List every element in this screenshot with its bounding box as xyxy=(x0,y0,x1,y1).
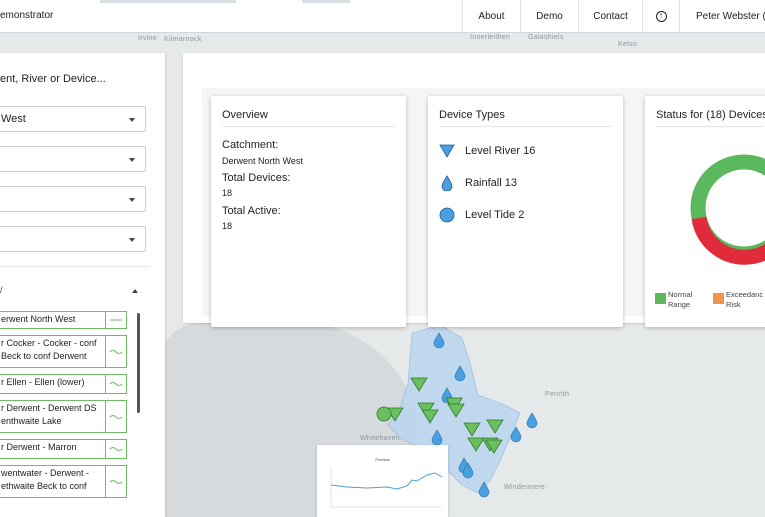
section-label: / xyxy=(0,285,3,295)
divider xyxy=(0,266,150,267)
device-list-item[interactable]: r Cocker - Cocker - conf Beck to conf De… xyxy=(0,335,127,368)
sparkline-icon xyxy=(106,400,127,433)
overview-card: Overview Catchment: Derwent North West T… xyxy=(211,96,406,327)
nav-demo[interactable]: Demo xyxy=(520,0,578,32)
device-type-label: Level Tide 2 xyxy=(465,209,525,221)
raindrop-icon xyxy=(441,175,453,191)
chevron-down-icon xyxy=(129,158,135,162)
device-type-tide: Level Tide 2 xyxy=(439,206,524,224)
status-card: Status for (18) Devices Normal Range Exce… xyxy=(645,96,765,327)
divider xyxy=(656,126,764,127)
chevron-down-icon xyxy=(129,238,135,242)
nav-contact[interactable]: Contact xyxy=(578,0,642,32)
header-decoration xyxy=(302,0,350,3)
header-decoration xyxy=(100,0,236,3)
chart-preview-popup[interactable]: Preview xyxy=(317,445,448,517)
divider xyxy=(439,126,612,127)
legend-normal-label: Normal Range xyxy=(668,290,693,309)
sparkline-icon xyxy=(106,439,127,459)
total-active-label: Total Active: xyxy=(222,205,281,217)
device-type-label: Rainfall 13 xyxy=(465,177,517,189)
chevron-down-icon xyxy=(129,198,135,202)
select-value: West xyxy=(1,113,26,125)
circle-icon xyxy=(439,207,455,223)
device-name: r Derwent - Derwent DS enthwaite Lake xyxy=(0,400,106,433)
catchment-select[interactable]: West xyxy=(0,106,146,132)
sparkline-icon xyxy=(106,465,127,498)
nav-about[interactable]: About xyxy=(462,0,520,32)
device-name: r Ellen - Ellen (lower) xyxy=(0,374,106,394)
app-title: emonstrator xyxy=(0,10,54,21)
device-select[interactable] xyxy=(0,226,146,252)
popup-chart xyxy=(330,467,443,508)
sparkline-icon xyxy=(106,374,127,394)
status-title: Status for (18) Devices xyxy=(656,109,765,121)
triangle-down-icon xyxy=(439,144,455,158)
device-type-river: Level River 16 xyxy=(439,142,535,160)
divider xyxy=(222,126,395,127)
nav-help[interactable]: ↑ xyxy=(642,0,679,32)
device-name: wentwater - Derwent - ethwaite Beck to c… xyxy=(0,465,106,498)
device-name: erwent North West xyxy=(0,311,106,329)
legend-swatch-normal xyxy=(655,293,666,304)
chevron-up-icon xyxy=(132,289,138,293)
legend-exceedance: Exceedanc Risk xyxy=(713,290,763,310)
main-nav: About Demo Contact ↑ Peter Webster (D xyxy=(462,0,765,32)
device-list-toggle[interactable]: / xyxy=(0,285,140,299)
device-types-title: Device Types xyxy=(439,109,505,121)
device-name: r Cocker - Cocker - conf Beck to conf De… xyxy=(0,335,106,368)
device-list-scrollbar[interactable] xyxy=(137,313,140,413)
status-donut-chart xyxy=(690,154,765,265)
total-active-value: 18 xyxy=(222,221,233,231)
search-heading: ent, River or Device... xyxy=(0,73,106,85)
sparkline-icon xyxy=(106,311,127,329)
help-icon: ↑ xyxy=(655,10,667,22)
total-devices-label: Total Devices: xyxy=(222,172,291,184)
device-list-item[interactable]: r Derwent - Marron xyxy=(0,439,127,459)
sparkline-icon xyxy=(106,335,127,368)
catchment-value: Derwent North West xyxy=(222,156,303,166)
legend-exceedance-label: Exceedanc Risk xyxy=(726,290,764,309)
sidebar: ent, River or Device... West / erwent No… xyxy=(0,53,165,517)
device-type-select[interactable] xyxy=(0,186,146,212)
overview-title: Overview xyxy=(222,109,268,121)
device-type-label: Level River 16 xyxy=(465,145,536,157)
device-types-card: Device Types Level River 16 Rainfall 13 … xyxy=(428,96,623,327)
nav-user-menu[interactable]: Peter Webster (D xyxy=(679,0,765,32)
total-devices-value: 18 xyxy=(222,188,233,198)
device-name: r Derwent - Marron xyxy=(0,439,106,459)
catchment-label: Catchment: xyxy=(222,139,279,151)
device-list-item[interactable]: erwent North West xyxy=(0,311,127,329)
device-list-item[interactable]: wentwater - Derwent - ethwaite Beck to c… xyxy=(0,465,127,498)
river-select[interactable] xyxy=(0,146,146,172)
top-bar: emonstrator About Demo Contact ↑ Peter W… xyxy=(0,0,765,33)
chevron-down-icon xyxy=(129,118,135,122)
device-list-item[interactable]: r Ellen - Ellen (lower) xyxy=(0,374,127,394)
device-list-item[interactable]: r Derwent - Derwent DS enthwaite Lake xyxy=(0,400,127,433)
device-type-rainfall: Rainfall 13 xyxy=(439,174,517,192)
legend-swatch-exceedance xyxy=(713,293,724,304)
legend-normal: Normal Range xyxy=(655,290,692,310)
